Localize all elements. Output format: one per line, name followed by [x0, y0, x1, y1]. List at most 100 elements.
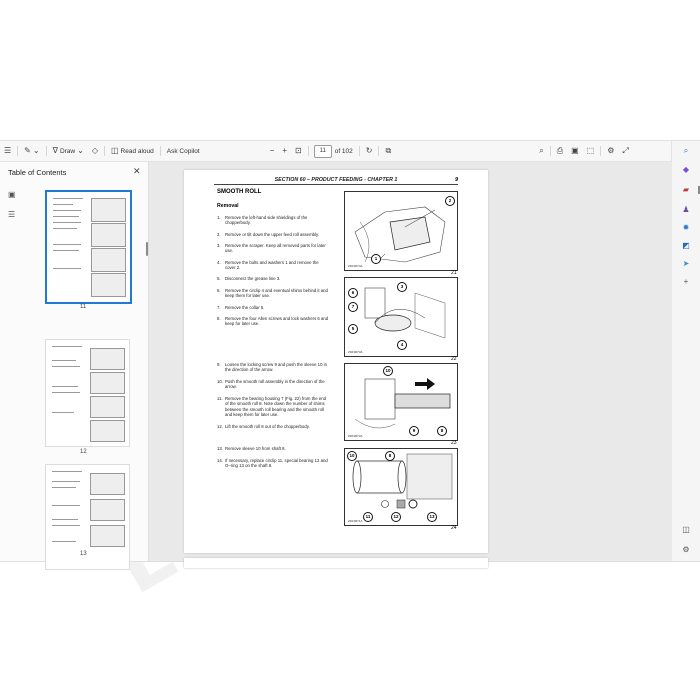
thumb-figure	[91, 273, 126, 297]
thumb-figure	[91, 198, 126, 222]
step-item: 2. Remove or tilt down the upper feed rol…	[217, 232, 331, 237]
page-view-icon: ⧉	[385, 146, 392, 155]
page-view-button[interactable]: ⧉	[381, 141, 395, 161]
step-text: Disconnect the grease line 3.	[225, 276, 281, 281]
callout: 10	[383, 366, 393, 376]
erase-button[interactable]: ◇	[88, 141, 102, 161]
rotate-icon: ↻	[365, 146, 373, 155]
page-thumbnail-11[interactable]	[45, 190, 132, 304]
tag-icon[interactable]: ◆	[681, 165, 691, 175]
toolbox-icon[interactable]: ▰	[681, 185, 691, 195]
step-item: 3. Remove the scraper. Keep all removed p…	[217, 243, 331, 254]
callout: 5	[348, 324, 358, 334]
copilot-icon[interactable]: ✹	[681, 223, 691, 233]
divider	[307, 146, 309, 156]
save-button[interactable]: ▣	[567, 141, 583, 161]
fit-page-button[interactable]: ⊡	[291, 141, 306, 161]
send-icon[interactable]: ➤	[681, 259, 691, 269]
thumb-text	[53, 198, 83, 199]
page-number-input[interactable]: 11	[313, 144, 332, 158]
zoom-in-button[interactable]: +	[278, 141, 291, 161]
pin-button[interactable]: ⤢	[618, 141, 632, 161]
figure-21: 2 1 ZDF0674A	[344, 191, 458, 271]
gear-icon[interactable]: ⚙	[681, 545, 691, 555]
divider	[17, 146, 19, 156]
step-item: 7. Remove the collar 5.	[217, 305, 331, 310]
step-number: 6.	[217, 288, 221, 293]
page-thumbnail-12[interactable]	[45, 339, 130, 447]
figure-id: ZDF0672A	[348, 434, 363, 438]
step-number: 8.	[217, 316, 221, 321]
page-header: SECTION 60 – PRODUCT FEEDING - CHAPTER 1	[274, 177, 398, 183]
step-text: Remove the left-hand side shieldings of …	[225, 215, 308, 226]
divider	[378, 146, 380, 156]
search-icon[interactable]: ⌕	[681, 146, 691, 156]
read-aloud-button[interactable]: ◫ Read aloud	[107, 141, 158, 161]
figure-number: 21	[451, 270, 457, 276]
divider	[159, 146, 161, 156]
settings-button[interactable]: ⚙	[603, 141, 618, 161]
step-item: 8. Remove the four Allen screws and lock …	[217, 316, 331, 327]
zoom-out-button[interactable]: −	[266, 141, 279, 161]
outline-icon[interactable]: ☰	[8, 210, 18, 220]
draw-button[interactable]: ∇ Draw ⌄	[49, 141, 88, 161]
save-icon: ▣	[571, 146, 579, 155]
step-text: Push the smooth roll assembly in the dir…	[225, 379, 325, 390]
step-text: Remove or tilt down the upper feed roll …	[225, 232, 320, 237]
list-icon: ☰	[4, 146, 12, 155]
thumb-figure	[91, 223, 126, 247]
step-number: 12.	[217, 424, 223, 429]
print-button[interactable]: ⎙	[553, 141, 567, 161]
chevron-down-icon: ⌄	[77, 146, 84, 155]
add-icon[interactable]: +	[681, 277, 691, 287]
toc-scrollbar[interactable]	[146, 242, 148, 256]
thumb-text	[52, 392, 80, 393]
step-text: Remove the bolts and washers 1 and remov…	[225, 260, 319, 271]
thumb-text	[53, 204, 73, 205]
highlight-button[interactable]: ✎ ⌄	[20, 141, 43, 161]
thumb-figure	[90, 525, 125, 547]
sidebar-toggle-icon[interactable]: ◫	[681, 525, 691, 535]
thumbnails-icon[interactable]: ▣	[8, 190, 18, 200]
thumb-figure	[90, 473, 125, 495]
callout: 11	[363, 512, 373, 522]
step-item: 12. Lift the smooth roll 8 out of the cho…	[217, 424, 331, 429]
divider	[103, 146, 105, 156]
step-number: 10.	[217, 379, 223, 384]
header-rule	[214, 184, 458, 185]
games-icon[interactable]: ♟	[681, 205, 691, 215]
step-number: 11.	[217, 396, 223, 401]
callout: 4	[397, 340, 407, 350]
thumb-text	[52, 505, 80, 506]
thumb-text	[53, 228, 77, 229]
step-text: Loosen the locking screw 9 and push the …	[225, 362, 327, 373]
thumb-text	[52, 519, 78, 520]
callout: 13	[427, 512, 437, 522]
thumb-text	[52, 525, 80, 526]
contents-button[interactable]: ☰	[0, 141, 15, 161]
figure-number: 23	[451, 440, 457, 446]
outlook-icon[interactable]: ◩	[681, 241, 691, 251]
thumb-text	[53, 250, 79, 251]
callout: 8	[437, 426, 447, 436]
close-icon[interactable]: ✕	[133, 166, 141, 177]
step-number: 9.	[217, 362, 221, 367]
page-thumbnail-13[interactable]	[45, 464, 130, 570]
thumb-number: 13	[80, 551, 87, 557]
find-button[interactable]: ⌕	[535, 141, 547, 161]
callout: 3	[397, 282, 407, 292]
print-icon: ⎙	[556, 146, 564, 155]
step-number: 3.	[217, 243, 221, 248]
eraser-icon: ◇	[91, 146, 98, 155]
page-total-label: of 102	[334, 147, 353, 155]
figure-number: 22	[451, 356, 457, 362]
thumb-figure	[90, 420, 125, 442]
step-item: 10. Push the smooth roll assembly in the …	[217, 379, 331, 390]
rotate-button[interactable]: ↻	[362, 141, 377, 161]
save-as-button[interactable]: ⬚	[583, 141, 599, 161]
thumb-figure	[90, 372, 125, 394]
highlighter-icon: ✎	[24, 146, 31, 155]
ask-copilot-button[interactable]: Ask Copilot	[163, 141, 204, 161]
step-text: Remove the bearing housing 7 (Fig. 22) f…	[225, 396, 327, 418]
thumb-text	[52, 481, 80, 482]
